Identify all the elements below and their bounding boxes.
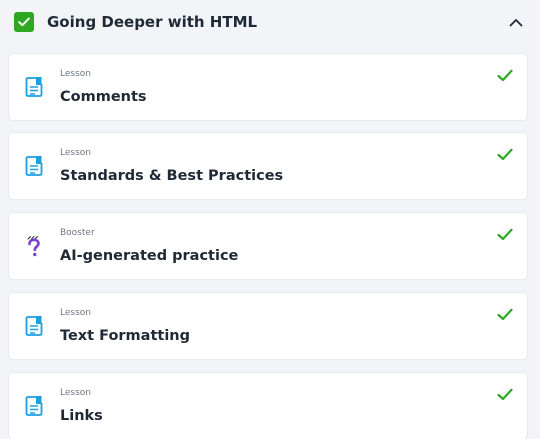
lesson-item-links[interactable]: Lesson Links: [9, 373, 527, 439]
lesson-item-text-formatting[interactable]: Lesson Text Formatting: [9, 293, 527, 359]
item-title: AI-generated practice: [60, 248, 239, 264]
checkmark-icon: [18, 17, 30, 27]
section-completed-checkbox: [14, 12, 34, 32]
completed-check-icon: [496, 145, 514, 163]
item-title: Links: [60, 408, 103, 424]
item-type-label: Lesson: [60, 388, 91, 398]
item-title: Comments: [60, 89, 147, 105]
completed-check-icon: [496, 66, 514, 84]
item-type-label: Lesson: [60, 148, 91, 158]
item-type-label: Booster: [60, 228, 95, 238]
document-icon: [23, 154, 45, 178]
document-icon: [23, 394, 45, 418]
chevron-up-icon: [509, 18, 523, 26]
question-mark-icon: [23, 234, 45, 258]
item-title: Standards & Best Practices: [60, 168, 284, 184]
document-icon: [23, 314, 45, 338]
collapse-toggle-button[interactable]: [506, 12, 526, 32]
item-type-label: Lesson: [60, 308, 91, 318]
lesson-item-standards-best-practices[interactable]: Lesson Standards & Best Practices: [9, 133, 527, 199]
completed-check-icon: [496, 305, 514, 323]
section-title: Going Deeper with HTML: [47, 13, 258, 31]
section-header[interactable]: Going Deeper with HTML: [0, 0, 540, 44]
completed-check-icon: [496, 385, 514, 403]
completed-check-icon: [496, 225, 514, 243]
booster-item-ai-generated-practice[interactable]: Booster AI-generated practice: [9, 213, 527, 279]
lesson-item-comments[interactable]: Lesson Comments: [9, 54, 527, 120]
document-icon: [23, 75, 45, 99]
item-type-label: Lesson: [60, 69, 91, 79]
item-title: Text Formatting: [60, 328, 190, 344]
